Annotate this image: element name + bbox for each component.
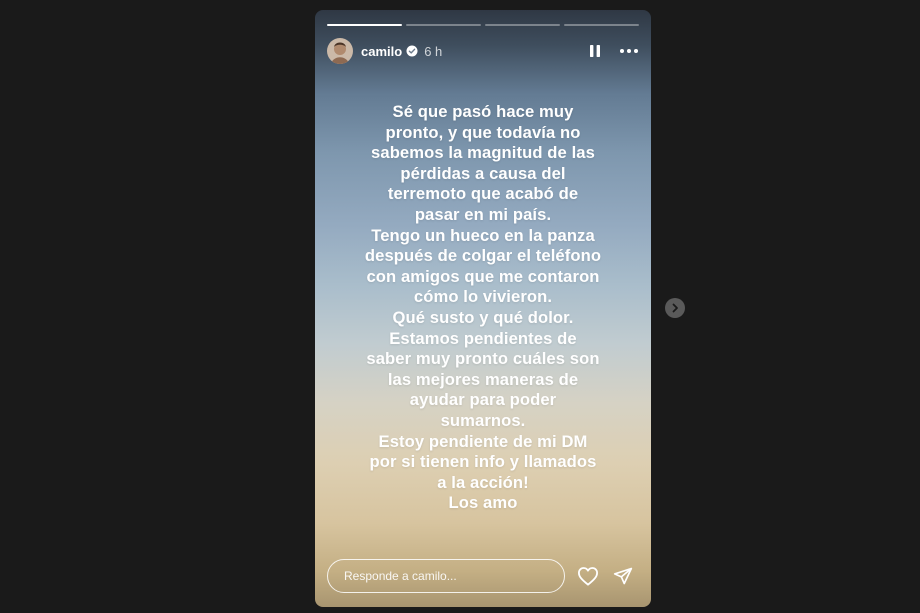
story-text-line: pérdidas a causa del xyxy=(400,163,566,183)
story-footer xyxy=(327,557,639,595)
pause-icon[interactable] xyxy=(587,43,603,59)
story-text-line: Tengo un hueco en la panza xyxy=(371,225,595,245)
story-progress-bars xyxy=(327,24,639,26)
story-text-line: por si tienen info y llamados xyxy=(369,452,597,472)
heart-icon[interactable] xyxy=(577,566,599,586)
story-text-line: ayudar para poder xyxy=(409,390,557,410)
story-text-line: Estamos pendientes de xyxy=(389,328,577,348)
progress-segment xyxy=(406,24,481,26)
story-text-line: cómo lo vivieron. xyxy=(413,287,553,307)
story-text-line: Qué susto y qué dolor. xyxy=(392,307,574,327)
send-icon[interactable] xyxy=(613,566,633,586)
post-time: 6 h xyxy=(424,43,443,59)
story-text-line: Sé que pasó hace muy xyxy=(392,102,574,121)
story-text-line: después de colgar el teléfono xyxy=(364,246,602,266)
progress-segment xyxy=(485,24,560,26)
username[interactable]: camilo xyxy=(361,44,402,59)
story-text-line: Los amo xyxy=(448,493,518,513)
more-options-icon[interactable] xyxy=(619,43,639,59)
progress-segment xyxy=(327,24,402,26)
verified-badge-icon xyxy=(406,45,418,57)
progress-segment xyxy=(564,24,639,26)
story-header: camilo 6 h xyxy=(327,36,639,66)
chevron-right-icon xyxy=(672,303,678,313)
story-text-line: con amigos que me contaron xyxy=(366,266,600,286)
reply-input[interactable] xyxy=(327,559,565,593)
story-text: Sé que pasó hace muy pronto, y que todav… xyxy=(339,102,627,514)
story-text-line: sumarnos. xyxy=(440,410,526,430)
story-text-line: pronto, y que todavía no xyxy=(385,122,581,142)
next-story-button[interactable] xyxy=(665,298,685,318)
story-text-line: pasar en mi país. xyxy=(414,204,552,224)
story-viewer: camilo 6 h Sé que pasó hace muy pronto, … xyxy=(315,10,651,607)
story-text-line: sabemos la magnitud de las xyxy=(371,143,595,163)
story-text-line: saber muy pronto cuáles son xyxy=(366,349,600,369)
story-text-line: terremoto que acabó de xyxy=(387,184,579,204)
story-text-line: a la acción! xyxy=(437,472,529,492)
story-text-line: Estoy pendiente de mi DM xyxy=(378,431,588,451)
avatar[interactable] xyxy=(327,38,353,64)
story-text-line: las mejores maneras de xyxy=(387,369,579,389)
